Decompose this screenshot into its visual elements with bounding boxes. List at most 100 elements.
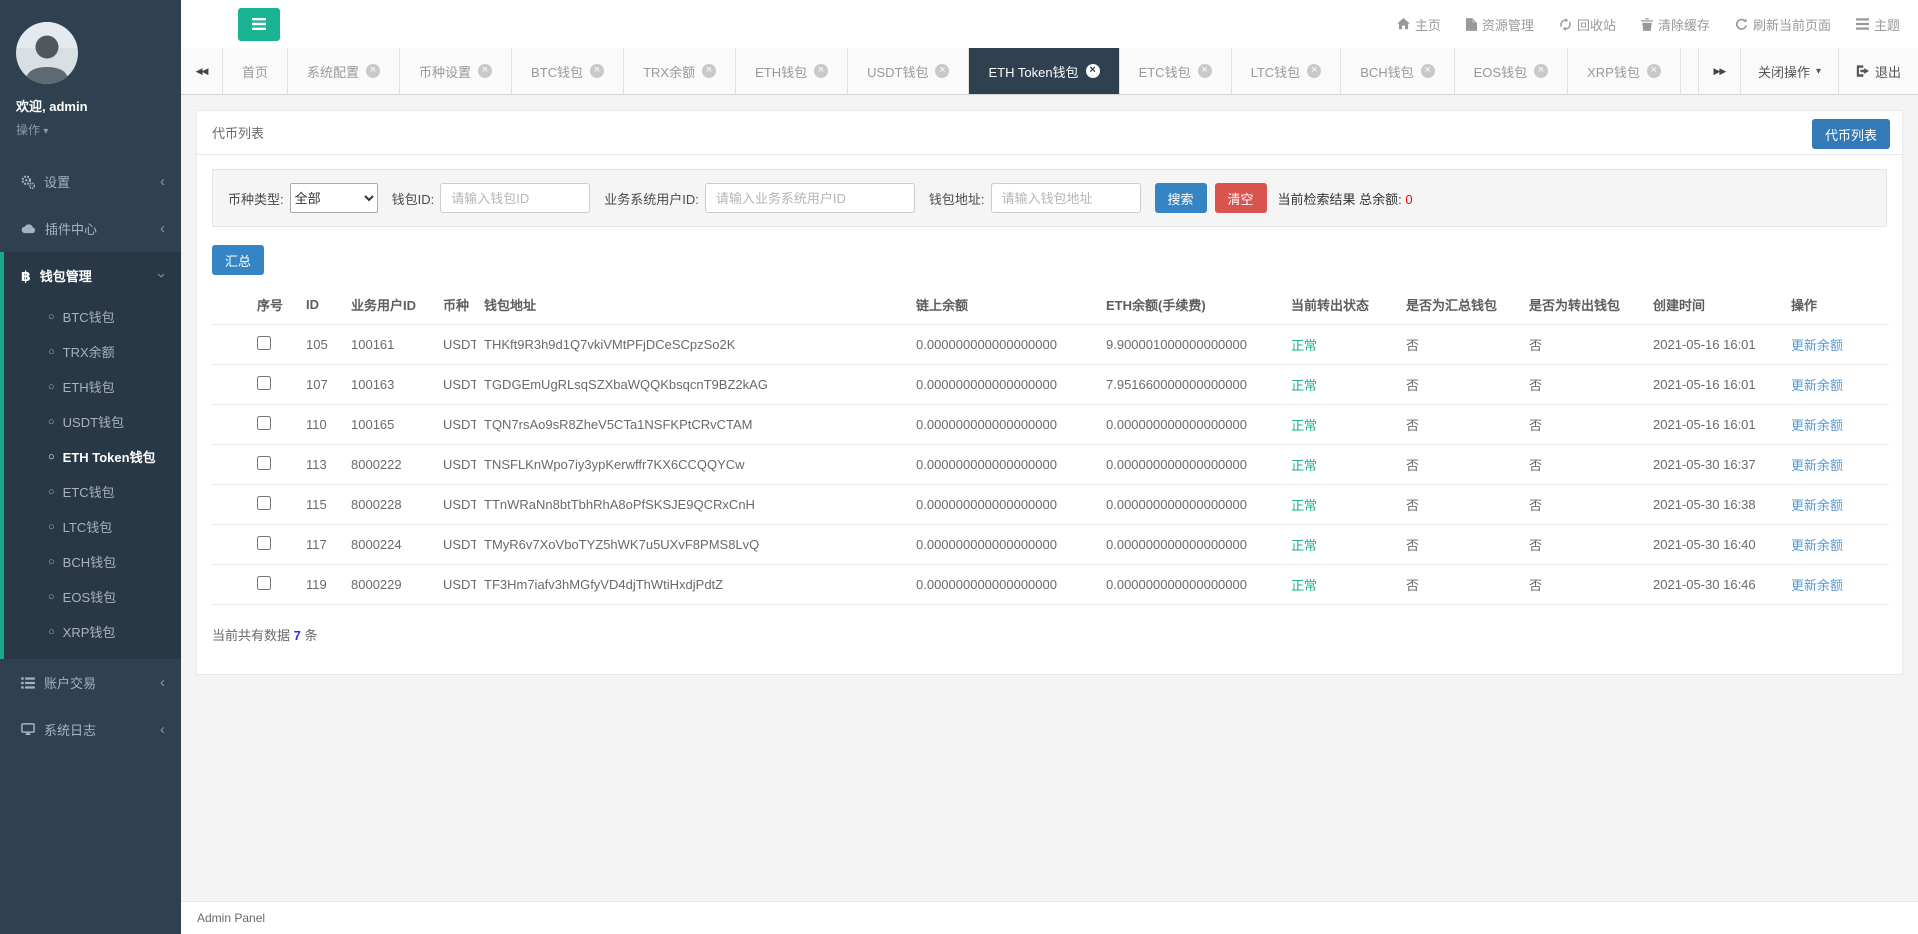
cell-id: 113 xyxy=(298,445,343,485)
cell-wallet-address: THKft9R3h9d1Q7vkiVMtPFjDCeSCpzSo2K xyxy=(476,325,908,365)
update-balance-link[interactable]: 更新余额 xyxy=(1791,378,1843,393)
column-header: ETH余额(手续费) xyxy=(1098,285,1283,325)
coin-type-select[interactable]: 全部 xyxy=(290,183,378,213)
tab-close-icon[interactable]: × xyxy=(1198,64,1212,78)
sidebar-item-settings[interactable]: 设置‹ xyxy=(0,158,181,205)
sidebar-subitem[interactable]: ○ETH钱包 xyxy=(4,369,181,404)
tab-close-icon[interactable]: × xyxy=(935,64,949,78)
tab-item[interactable]: BTC钱包× xyxy=(512,48,624,94)
sidebar-item-system-logs[interactable]: 系统日志‹ xyxy=(0,706,181,753)
summarize-button[interactable]: 汇总 xyxy=(212,245,264,275)
theme-link[interactable]: 主题 xyxy=(1856,15,1900,34)
tab-item[interactable]: ETH钱包× xyxy=(736,48,848,94)
column-header: 是否为转出钱包 xyxy=(1521,285,1645,325)
cell-coin: USDT xyxy=(435,485,476,525)
sidebar-subitem[interactable]: ○BTC钱包 xyxy=(4,299,181,334)
tab-item[interactable]: 系统配置× xyxy=(288,48,400,94)
sidebar-subitem[interactable]: ○XRP钱包 xyxy=(4,614,181,649)
sidebar-subitem[interactable]: ○USDT钱包 xyxy=(4,404,181,439)
resource-manager-link[interactable]: 资源管理 xyxy=(1466,15,1534,34)
tab-item[interactable]: 币种设置× xyxy=(400,48,512,94)
tab-close-icon[interactable]: × xyxy=(702,64,716,78)
refresh-page-link[interactable]: 刷新当前页面 xyxy=(1735,15,1831,34)
tab-close-icon[interactable]: × xyxy=(478,64,492,78)
cell-select xyxy=(212,445,298,485)
cell-wallet-address: TQN7rsAo9sR8ZheV5CTa1NSFKPtCRvCTAM xyxy=(476,405,908,445)
tab-item[interactable]: TRX余额× xyxy=(624,48,736,94)
update-balance-link[interactable]: 更新余额 xyxy=(1791,338,1843,353)
menu-toggle-button[interactable] xyxy=(238,8,280,41)
table-row: 107100163USDTTGDGEmUgRLsqSZXbaWQQKbsqcnT… xyxy=(212,365,1889,405)
recycle-bin-link[interactable]: 回收站 xyxy=(1559,15,1616,34)
tab-item[interactable]: ETC钱包× xyxy=(1120,48,1232,94)
column-header: 钱包地址 xyxy=(476,285,908,325)
cell-coin: USDT xyxy=(435,445,476,485)
tab-item[interactable]: 首页 xyxy=(223,48,288,94)
cell-wallet-address: TF3Hm7iafv3hMGfyVD4djThWtiHxdjPdtZ xyxy=(476,565,908,605)
sidebar-subitem[interactable]: ○LTC钱包 xyxy=(4,509,181,544)
tab-close-icon[interactable]: × xyxy=(366,64,380,78)
sidebar-item-plugin-center[interactable]: 插件中心‹ xyxy=(0,205,181,252)
tab-close-icon[interactable]: × xyxy=(1086,64,1100,78)
tab-item[interactable]: XRP钱包× xyxy=(1568,48,1681,94)
sidebar-subitem[interactable]: ○ETH Token钱包 xyxy=(4,439,181,474)
tab-item[interactable]: USDT钱包× xyxy=(848,48,969,94)
tab-close-icon[interactable]: × xyxy=(590,64,604,78)
logout-button[interactable]: 退出 xyxy=(1838,48,1918,94)
home-link[interactable]: 主页 xyxy=(1397,15,1441,34)
cell-select xyxy=(212,325,298,365)
row-checkbox[interactable] xyxy=(257,576,271,590)
cell-is-summary: 否 xyxy=(1398,325,1521,365)
avatar[interactable] xyxy=(16,22,78,84)
tabs-strip: 首页系统配置×币种设置×BTC钱包×TRX余额×ETH钱包×USDT钱包×ETH… xyxy=(223,48,1681,94)
tab-item[interactable]: LTC钱包× xyxy=(1232,48,1342,94)
row-checkbox[interactable] xyxy=(257,336,271,350)
cell-created-at: 2021-05-30 16:37 xyxy=(1645,445,1783,485)
tab-close-icon[interactable]: × xyxy=(1421,64,1435,78)
row-checkbox[interactable] xyxy=(257,536,271,550)
update-balance-link[interactable]: 更新余额 xyxy=(1791,418,1843,433)
wallet-address-input[interactable] xyxy=(991,183,1141,213)
row-checkbox[interactable] xyxy=(257,456,271,470)
sidebar-subitem[interactable]: ○TRX余额 xyxy=(4,334,181,369)
token-list-button[interactable]: 代币列表 xyxy=(1812,119,1890,149)
clear-cache-link[interactable]: 清除缓存 xyxy=(1641,15,1710,34)
row-checkbox[interactable] xyxy=(257,496,271,510)
cell-id: 105 xyxy=(298,325,343,365)
clear-button[interactable]: 清空 xyxy=(1215,183,1267,213)
tab-close-icon[interactable]: × xyxy=(814,64,828,78)
close-operations-dropdown[interactable]: 关闭操作 ▾ xyxy=(1740,48,1838,94)
sidebar-item-wallet-management[interactable]: ฿钱包管理‹ xyxy=(4,252,181,299)
biz-user-id-input[interactable] xyxy=(705,183,915,213)
tab-item[interactable]: ETH Token钱包× xyxy=(969,48,1119,94)
cell-chain-balance: 0.000000000000000000 xyxy=(908,485,1098,525)
cell-status: 正常 xyxy=(1283,325,1398,365)
sidebar-subitem[interactable]: ○BCH钱包 xyxy=(4,544,181,579)
user-action-dropdown[interactable]: 操作 ▾ xyxy=(16,121,181,138)
content-area: 代币列表 代币列表 币种类型: 全部 钱包ID: 业务系统用户ID: 钱包地址:… xyxy=(181,95,1918,901)
search-button[interactable]: 搜索 xyxy=(1155,183,1207,213)
tab-close-icon[interactable]: × xyxy=(1534,64,1548,78)
wallet-id-input[interactable] xyxy=(440,183,590,213)
update-balance-link[interactable]: 更新余额 xyxy=(1791,578,1843,593)
cell-id: 107 xyxy=(298,365,343,405)
tab-item[interactable]: BCH钱包× xyxy=(1341,48,1454,94)
table-row: 105100161USDTTHKft9R3h9d1Q7vkiVMtPFjDCeS… xyxy=(212,325,1889,365)
update-balance-link[interactable]: 更新余额 xyxy=(1791,498,1843,513)
sidebar-subitem[interactable]: ○ETC钱包 xyxy=(4,474,181,509)
update-balance-link[interactable]: 更新余额 xyxy=(1791,458,1843,473)
tab-close-icon[interactable]: × xyxy=(1647,64,1661,78)
cell-is-summary: 否 xyxy=(1398,525,1521,565)
sidebar-item-account-transactions[interactable]: 账户交易‹ xyxy=(0,659,181,706)
update-balance-link[interactable]: 更新余额 xyxy=(1791,538,1843,553)
sidebar-subitem[interactable]: ○EOS钱包 xyxy=(4,579,181,614)
row-checkbox[interactable] xyxy=(257,416,271,430)
home-icon xyxy=(1397,18,1410,30)
tab-close-icon[interactable]: × xyxy=(1307,64,1321,78)
tabs-scroll-left-button[interactable]: ◀◀ xyxy=(181,48,223,94)
cell-eth-balance: 9.900001000000000000 xyxy=(1098,325,1283,365)
user-profile: 欢迎, admin 操作 ▾ xyxy=(0,0,181,158)
row-checkbox[interactable] xyxy=(257,376,271,390)
tab-item[interactable]: EOS钱包× xyxy=(1455,48,1568,94)
tabs-scroll-right-button[interactable]: ▶▶ xyxy=(1698,48,1740,94)
